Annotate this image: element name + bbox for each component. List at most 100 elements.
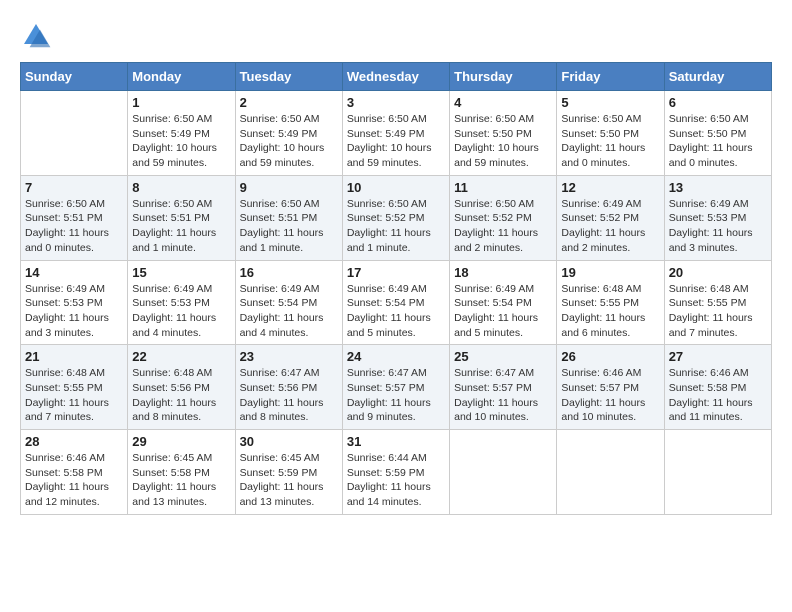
- day-number: 2: [240, 95, 338, 110]
- day-number: 19: [561, 265, 659, 280]
- calendar-week-row: 14 Sunrise: 6:49 AM Sunset: 5:53 PM Dayli…: [21, 260, 772, 345]
- day-info: Sunrise: 6:49 AM Sunset: 5:53 PM Dayligh…: [669, 197, 767, 256]
- day-info: Sunrise: 6:48 AM Sunset: 5:56 PM Dayligh…: [132, 366, 230, 425]
- day-info: Sunrise: 6:46 AM Sunset: 5:58 PM Dayligh…: [25, 451, 123, 510]
- calendar-cell: 14 Sunrise: 6:49 AM Sunset: 5:53 PM Dayli…: [21, 260, 128, 345]
- calendar-cell: 2 Sunrise: 6:50 AM Sunset: 5:49 PM Daylig…: [235, 91, 342, 176]
- day-info: Sunrise: 6:50 AM Sunset: 5:50 PM Dayligh…: [454, 112, 552, 171]
- day-info: Sunrise: 6:50 AM Sunset: 5:51 PM Dayligh…: [132, 197, 230, 256]
- day-info: Sunrise: 6:50 AM Sunset: 5:51 PM Dayligh…: [240, 197, 338, 256]
- day-number: 27: [669, 349, 767, 364]
- day-number: 5: [561, 95, 659, 110]
- day-of-week-header: Saturday: [664, 63, 771, 91]
- calendar-cell: 10 Sunrise: 6:50 AM Sunset: 5:52 PM Dayli…: [342, 175, 449, 260]
- logo: [20, 20, 54, 52]
- calendar-cell: 12 Sunrise: 6:49 AM Sunset: 5:52 PM Dayli…: [557, 175, 664, 260]
- day-info: Sunrise: 6:48 AM Sunset: 5:55 PM Dayligh…: [561, 282, 659, 341]
- day-info: Sunrise: 6:50 AM Sunset: 5:49 PM Dayligh…: [132, 112, 230, 171]
- calendar-cell: 22 Sunrise: 6:48 AM Sunset: 5:56 PM Dayli…: [128, 345, 235, 430]
- day-info: Sunrise: 6:45 AM Sunset: 5:59 PM Dayligh…: [240, 451, 338, 510]
- day-number: 14: [25, 265, 123, 280]
- calendar-cell: 19 Sunrise: 6:48 AM Sunset: 5:55 PM Dayli…: [557, 260, 664, 345]
- day-info: Sunrise: 6:49 AM Sunset: 5:53 PM Dayligh…: [132, 282, 230, 341]
- calendar-cell: [21, 91, 128, 176]
- day-info: Sunrise: 6:47 AM Sunset: 5:57 PM Dayligh…: [454, 366, 552, 425]
- calendar-week-row: 7 Sunrise: 6:50 AM Sunset: 5:51 PM Daylig…: [21, 175, 772, 260]
- day-number: 22: [132, 349, 230, 364]
- calendar-cell: 16Sunrise: 6:49 AM Sunset: 5:54 PM Dayli…: [235, 260, 342, 345]
- day-info: Sunrise: 6:50 AM Sunset: 5:50 PM Dayligh…: [669, 112, 767, 171]
- day-number: 28: [25, 434, 123, 449]
- calendar-cell: 20 Sunrise: 6:48 AM Sunset: 5:55 PM Dayli…: [664, 260, 771, 345]
- calendar-week-row: 1 Sunrise: 6:50 AM Sunset: 5:49 PM Daylig…: [21, 91, 772, 176]
- day-number: 3: [347, 95, 445, 110]
- day-number: 20: [669, 265, 767, 280]
- logo-icon: [20, 20, 52, 52]
- day-info: Sunrise: 6:49 AM Sunset: 5:52 PM Dayligh…: [561, 197, 659, 256]
- day-number: 6: [669, 95, 767, 110]
- day-info: Sunrise: 6:50 AM Sunset: 5:51 PM Dayligh…: [25, 197, 123, 256]
- day-of-week-header: Monday: [128, 63, 235, 91]
- calendar-cell: [450, 430, 557, 515]
- calendar-cell: [557, 430, 664, 515]
- day-number: 4: [454, 95, 552, 110]
- calendar-cell: 30 Sunrise: 6:45 AM Sunset: 5:59 PM Dayli…: [235, 430, 342, 515]
- day-number: 11: [454, 180, 552, 195]
- calendar-cell: 5 Sunrise: 6:50 AM Sunset: 5:50 PM Daylig…: [557, 91, 664, 176]
- day-info: Sunrise: 6:48 AM Sunset: 5:55 PM Dayligh…: [25, 366, 123, 425]
- calendar-cell: 8Sunrise: 6:50 AM Sunset: 5:51 PM Daylig…: [128, 175, 235, 260]
- day-number: 29: [132, 434, 230, 449]
- day-number: 30: [240, 434, 338, 449]
- day-number: 15: [132, 265, 230, 280]
- day-info: Sunrise: 6:50 AM Sunset: 5:50 PM Dayligh…: [561, 112, 659, 171]
- day-number: 25: [454, 349, 552, 364]
- day-of-week-header: Friday: [557, 63, 664, 91]
- day-number: 31: [347, 434, 445, 449]
- day-number: 7: [25, 180, 123, 195]
- calendar-table: SundayMondayTuesdayWednesdayThursdayFrid…: [20, 62, 772, 515]
- day-number: 9: [240, 180, 338, 195]
- day-info: Sunrise: 6:46 AM Sunset: 5:58 PM Dayligh…: [669, 366, 767, 425]
- day-of-week-header: Thursday: [450, 63, 557, 91]
- day-info: Sunrise: 6:47 AM Sunset: 5:56 PM Dayligh…: [240, 366, 338, 425]
- day-info: Sunrise: 6:44 AM Sunset: 5:59 PM Dayligh…: [347, 451, 445, 510]
- calendar-cell: [664, 430, 771, 515]
- day-number: 13: [669, 180, 767, 195]
- day-number: 23: [240, 349, 338, 364]
- calendar-cell: 7 Sunrise: 6:50 AM Sunset: 5:51 PM Daylig…: [21, 175, 128, 260]
- calendar-week-row: 21 Sunrise: 6:48 AM Sunset: 5:55 PM Dayli…: [21, 345, 772, 430]
- day-number: 21: [25, 349, 123, 364]
- calendar-cell: 15 Sunrise: 6:49 AM Sunset: 5:53 PM Dayli…: [128, 260, 235, 345]
- day-info: Sunrise: 6:49 AM Sunset: 5:54 PM Dayligh…: [454, 282, 552, 341]
- calendar-cell: 24Sunrise: 6:47 AM Sunset: 5:57 PM Dayli…: [342, 345, 449, 430]
- calendar-cell: 11 Sunrise: 6:50 AM Sunset: 5:52 PM Dayli…: [450, 175, 557, 260]
- day-info: Sunrise: 6:48 AM Sunset: 5:55 PM Dayligh…: [669, 282, 767, 341]
- day-info: Sunrise: 6:50 AM Sunset: 5:52 PM Dayligh…: [347, 197, 445, 256]
- day-number: 12: [561, 180, 659, 195]
- calendar-cell: 27 Sunrise: 6:46 AM Sunset: 5:58 PM Dayli…: [664, 345, 771, 430]
- day-of-week-header: Sunday: [21, 63, 128, 91]
- calendar-cell: 26Sunrise: 6:46 AM Sunset: 5:57 PM Dayli…: [557, 345, 664, 430]
- page-header: [20, 20, 772, 52]
- calendar-cell: 17 Sunrise: 6:49 AM Sunset: 5:54 PM Dayli…: [342, 260, 449, 345]
- calendar-cell: 3Sunrise: 6:50 AM Sunset: 5:49 PM Daylig…: [342, 91, 449, 176]
- calendar-week-row: 28 Sunrise: 6:46 AM Sunset: 5:58 PM Dayli…: [21, 430, 772, 515]
- day-info: Sunrise: 6:50 AM Sunset: 5:52 PM Dayligh…: [454, 197, 552, 256]
- calendar-cell: 21 Sunrise: 6:48 AM Sunset: 5:55 PM Dayli…: [21, 345, 128, 430]
- day-number: 17: [347, 265, 445, 280]
- calendar-cell: 18Sunrise: 6:49 AM Sunset: 5:54 PM Dayli…: [450, 260, 557, 345]
- day-info: Sunrise: 6:49 AM Sunset: 5:54 PM Dayligh…: [240, 282, 338, 341]
- day-number: 10: [347, 180, 445, 195]
- day-info: Sunrise: 6:49 AM Sunset: 5:53 PM Dayligh…: [25, 282, 123, 341]
- day-number: 1: [132, 95, 230, 110]
- calendar-cell: 6 Sunrise: 6:50 AM Sunset: 5:50 PM Daylig…: [664, 91, 771, 176]
- calendar-header-row: SundayMondayTuesdayWednesdayThursdayFrid…: [21, 63, 772, 91]
- calendar-cell: 23 Sunrise: 6:47 AM Sunset: 5:56 PM Dayli…: [235, 345, 342, 430]
- day-info: Sunrise: 6:45 AM Sunset: 5:58 PM Dayligh…: [132, 451, 230, 510]
- calendar-cell: 4 Sunrise: 6:50 AM Sunset: 5:50 PM Daylig…: [450, 91, 557, 176]
- calendar-cell: 13 Sunrise: 6:49 AM Sunset: 5:53 PM Dayli…: [664, 175, 771, 260]
- day-of-week-header: Wednesday: [342, 63, 449, 91]
- day-info: Sunrise: 6:49 AM Sunset: 5:54 PM Dayligh…: [347, 282, 445, 341]
- day-info: Sunrise: 6:50 AM Sunset: 5:49 PM Dayligh…: [240, 112, 338, 171]
- calendar-cell: 1 Sunrise: 6:50 AM Sunset: 5:49 PM Daylig…: [128, 91, 235, 176]
